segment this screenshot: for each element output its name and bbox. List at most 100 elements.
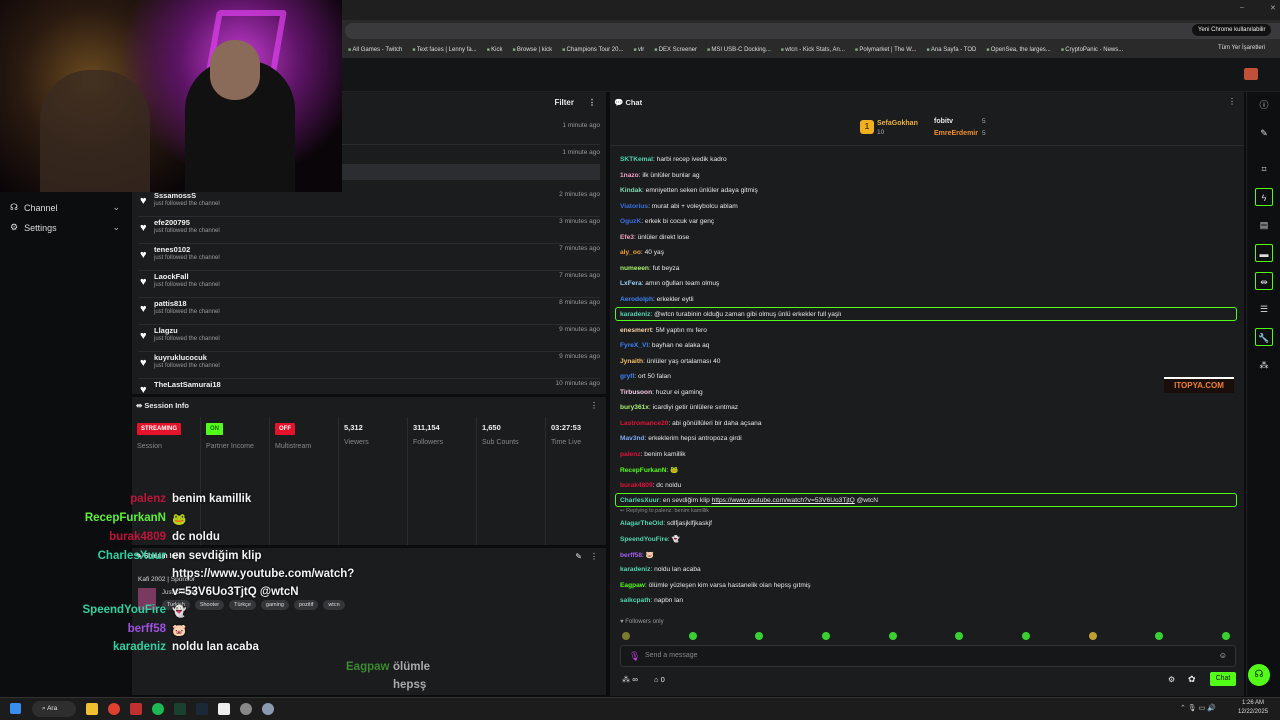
chat-username[interactable]: bury361x	[620, 404, 649, 411]
lightning-icon[interactable]: ϟ	[1255, 188, 1273, 206]
more-options-icon[interactable]: ⋮	[590, 552, 598, 561]
follower-name[interactable]: kuyruklucocuk	[154, 353, 207, 362]
chat-username[interactable]: Jynaith	[620, 358, 643, 365]
channel-points-icon[interactable]: ⁂	[622, 675, 632, 684]
bookmark-item[interactable]: MSI USB-C Docking...	[707, 47, 770, 53]
bookmark-item[interactable]: Text faces | Lenny fa...	[412, 47, 477, 53]
fullscreen-icon[interactable]: ⌗	[1255, 160, 1273, 178]
bookmark-item[interactable]: CryptoPanic - News...	[1061, 47, 1123, 53]
bookmark-item[interactable]: Polymarket | The W...	[855, 47, 916, 53]
file-explorer-icon[interactable]	[86, 703, 98, 715]
close-window-button[interactable]: ✕	[1270, 4, 1276, 12]
emote-icon[interactable]	[688, 632, 697, 640]
emote-icon[interactable]	[1088, 632, 1097, 640]
chat-username[interactable]: Viatorius	[620, 203, 648, 210]
follower-name[interactable]: efe200795	[154, 218, 190, 227]
tray-icons[interactable]: ⌃ 🎙 ▭ 🔊	[1180, 704, 1216, 712]
info-icon[interactable]: ⓘ	[1255, 96, 1273, 114]
steam-icon[interactable]	[196, 703, 208, 715]
follower-name[interactable]: tenes0102	[154, 245, 190, 254]
chat-username[interactable]: Eagpaw	[620, 582, 645, 589]
chat-username[interactable]: AlagarTheOld	[620, 520, 663, 527]
chrome-icon[interactable]	[108, 703, 120, 715]
app-icon[interactable]	[240, 703, 252, 715]
more-options-icon[interactable]: ⋮	[1228, 97, 1236, 106]
status-badge[interactable]: OFF	[275, 423, 295, 435]
bookmark-item[interactable]: wtcn - Kick Stats, An...	[781, 47, 845, 53]
follower-name[interactable]: LaockFall	[154, 272, 189, 281]
chat-username[interactable]: 1nazo	[620, 172, 639, 179]
chat-username[interactable]: CharlesXuur	[620, 497, 659, 504]
support-button[interactable]: ☊	[1248, 664, 1270, 686]
emote-icon[interactable]	[888, 632, 897, 640]
chat-input[interactable]: 🎙 Send a message ☺	[620, 645, 1236, 667]
bookmark-item[interactable]: All Games - Twitch	[348, 47, 402, 53]
emote-icon[interactable]	[955, 632, 964, 640]
stream-tag[interactable]: pozitif	[293, 600, 319, 610]
chat-username[interactable]: SKTKemal	[620, 156, 653, 163]
more-options-icon[interactable]: ⋮	[588, 98, 596, 107]
chat-username[interactable]: numeeen	[620, 265, 649, 272]
minimize-button[interactable]: –	[1240, 4, 1244, 11]
clock-time[interactable]: 1:26 AM	[1242, 700, 1264, 706]
spotify-icon[interactable]	[152, 703, 164, 715]
chat-username[interactable]: Aerodolph	[620, 296, 653, 303]
bookmark-item[interactable]: Browse | kick	[512, 47, 552, 53]
notes-icon[interactable]: ▤	[1255, 216, 1273, 234]
share-icon[interactable]: ⁂	[1255, 356, 1273, 374]
bookmark-item[interactable]: DEX Screener	[654, 47, 697, 53]
address-bar[interactable]: ☆	[345, 23, 1280, 39]
chat-username[interactable]: FyreX_Vl	[620, 342, 648, 349]
sidebar-item-settings[interactable]: ⚙ Settings ⌄	[10, 222, 120, 233]
follower-name[interactable]: Llagzu	[154, 326, 178, 335]
chat-username[interactable]: RecepFurkanN	[620, 467, 667, 474]
more-options-icon[interactable]: ⋮	[590, 401, 598, 410]
app-icon[interactable]	[218, 703, 230, 715]
search-button[interactable]: ⌕ Ara	[32, 701, 76, 717]
chat-link[interactable]: https://www.youtube.com/watch?v=53V6Uo3T…	[712, 497, 855, 504]
status-badge[interactable]: ON	[206, 423, 223, 435]
bookmark-item[interactable]: Ana Sayfa - TOD	[926, 47, 976, 53]
stream-tag[interactable]: Shooter	[194, 600, 225, 610]
wrench-icon[interactable]: 🔧	[1255, 328, 1273, 346]
filter-button[interactable]: Filter	[554, 98, 574, 107]
chat-username[interactable]: burak4809	[620, 482, 653, 489]
user-avatar[interactable]	[1244, 68, 1258, 80]
chat-username[interactable]: Tirbusoon	[620, 389, 652, 396]
chat-username[interactable]: palenz	[620, 451, 641, 458]
chat-username[interactable]: LxFera	[620, 280, 642, 287]
follower-name[interactable]: SssamossS	[154, 191, 196, 200]
all-bookmarks[interactable]: Tüm Yer İşaretleri	[1218, 45, 1265, 51]
chat-username[interactable]: enesmerrt	[620, 327, 652, 334]
follower-name[interactable]: TheLastSamurai18	[154, 380, 221, 389]
settings-icon[interactable]: ⚙	[1168, 675, 1175, 684]
follower-name[interactable]: pattis818	[154, 299, 187, 308]
store-icon[interactable]: ⌂	[654, 675, 661, 684]
windows-start-icon[interactable]	[10, 703, 21, 714]
chat-username[interactable]: aly_oo	[620, 249, 641, 256]
clock-date[interactable]: 12/22/2025	[1238, 709, 1268, 715]
emote-icon[interactable]	[1155, 632, 1164, 640]
emote-icon[interactable]	[1221, 632, 1230, 640]
stream-tag[interactable]: Türkçe	[229, 600, 256, 610]
layout-icon[interactable]: ☰	[1255, 300, 1273, 318]
chat-username[interactable]: OguzK	[620, 218, 641, 225]
chat-username[interactable]: Lastromance20	[620, 420, 668, 427]
chat-username[interactable]: Efe3	[620, 234, 634, 241]
bookmark-item[interactable]: Champions Tour 20...	[562, 47, 624, 53]
microphone-icon[interactable]: 🎙	[629, 651, 640, 662]
chat-icon[interactable]: ▬	[1255, 244, 1273, 262]
chat-username[interactable]: gryfl	[620, 373, 634, 380]
settings-app-icon[interactable]	[262, 703, 274, 715]
send-chat-button[interactable]: Chat	[1210, 672, 1236, 686]
bookmark-item[interactable]: vlr	[633, 47, 644, 53]
chat-username[interactable]: SpeendYouFire	[620, 536, 668, 543]
stream-tag[interactable]: gaming	[260, 600, 289, 610]
chat-username[interactable]: karadeniz	[620, 566, 650, 573]
edit-icon[interactable]: ✎	[1255, 124, 1273, 142]
edit-button[interactable]: ✎	[575, 552, 582, 561]
chat-username[interactable]: berff58	[620, 552, 642, 559]
chat-username[interactable]: saikcpath	[620, 597, 650, 604]
chat-username[interactable]: Kindak	[620, 187, 642, 194]
chrome-update-button[interactable]: Yeni Chrome kullanılabilir	[1192, 24, 1272, 36]
